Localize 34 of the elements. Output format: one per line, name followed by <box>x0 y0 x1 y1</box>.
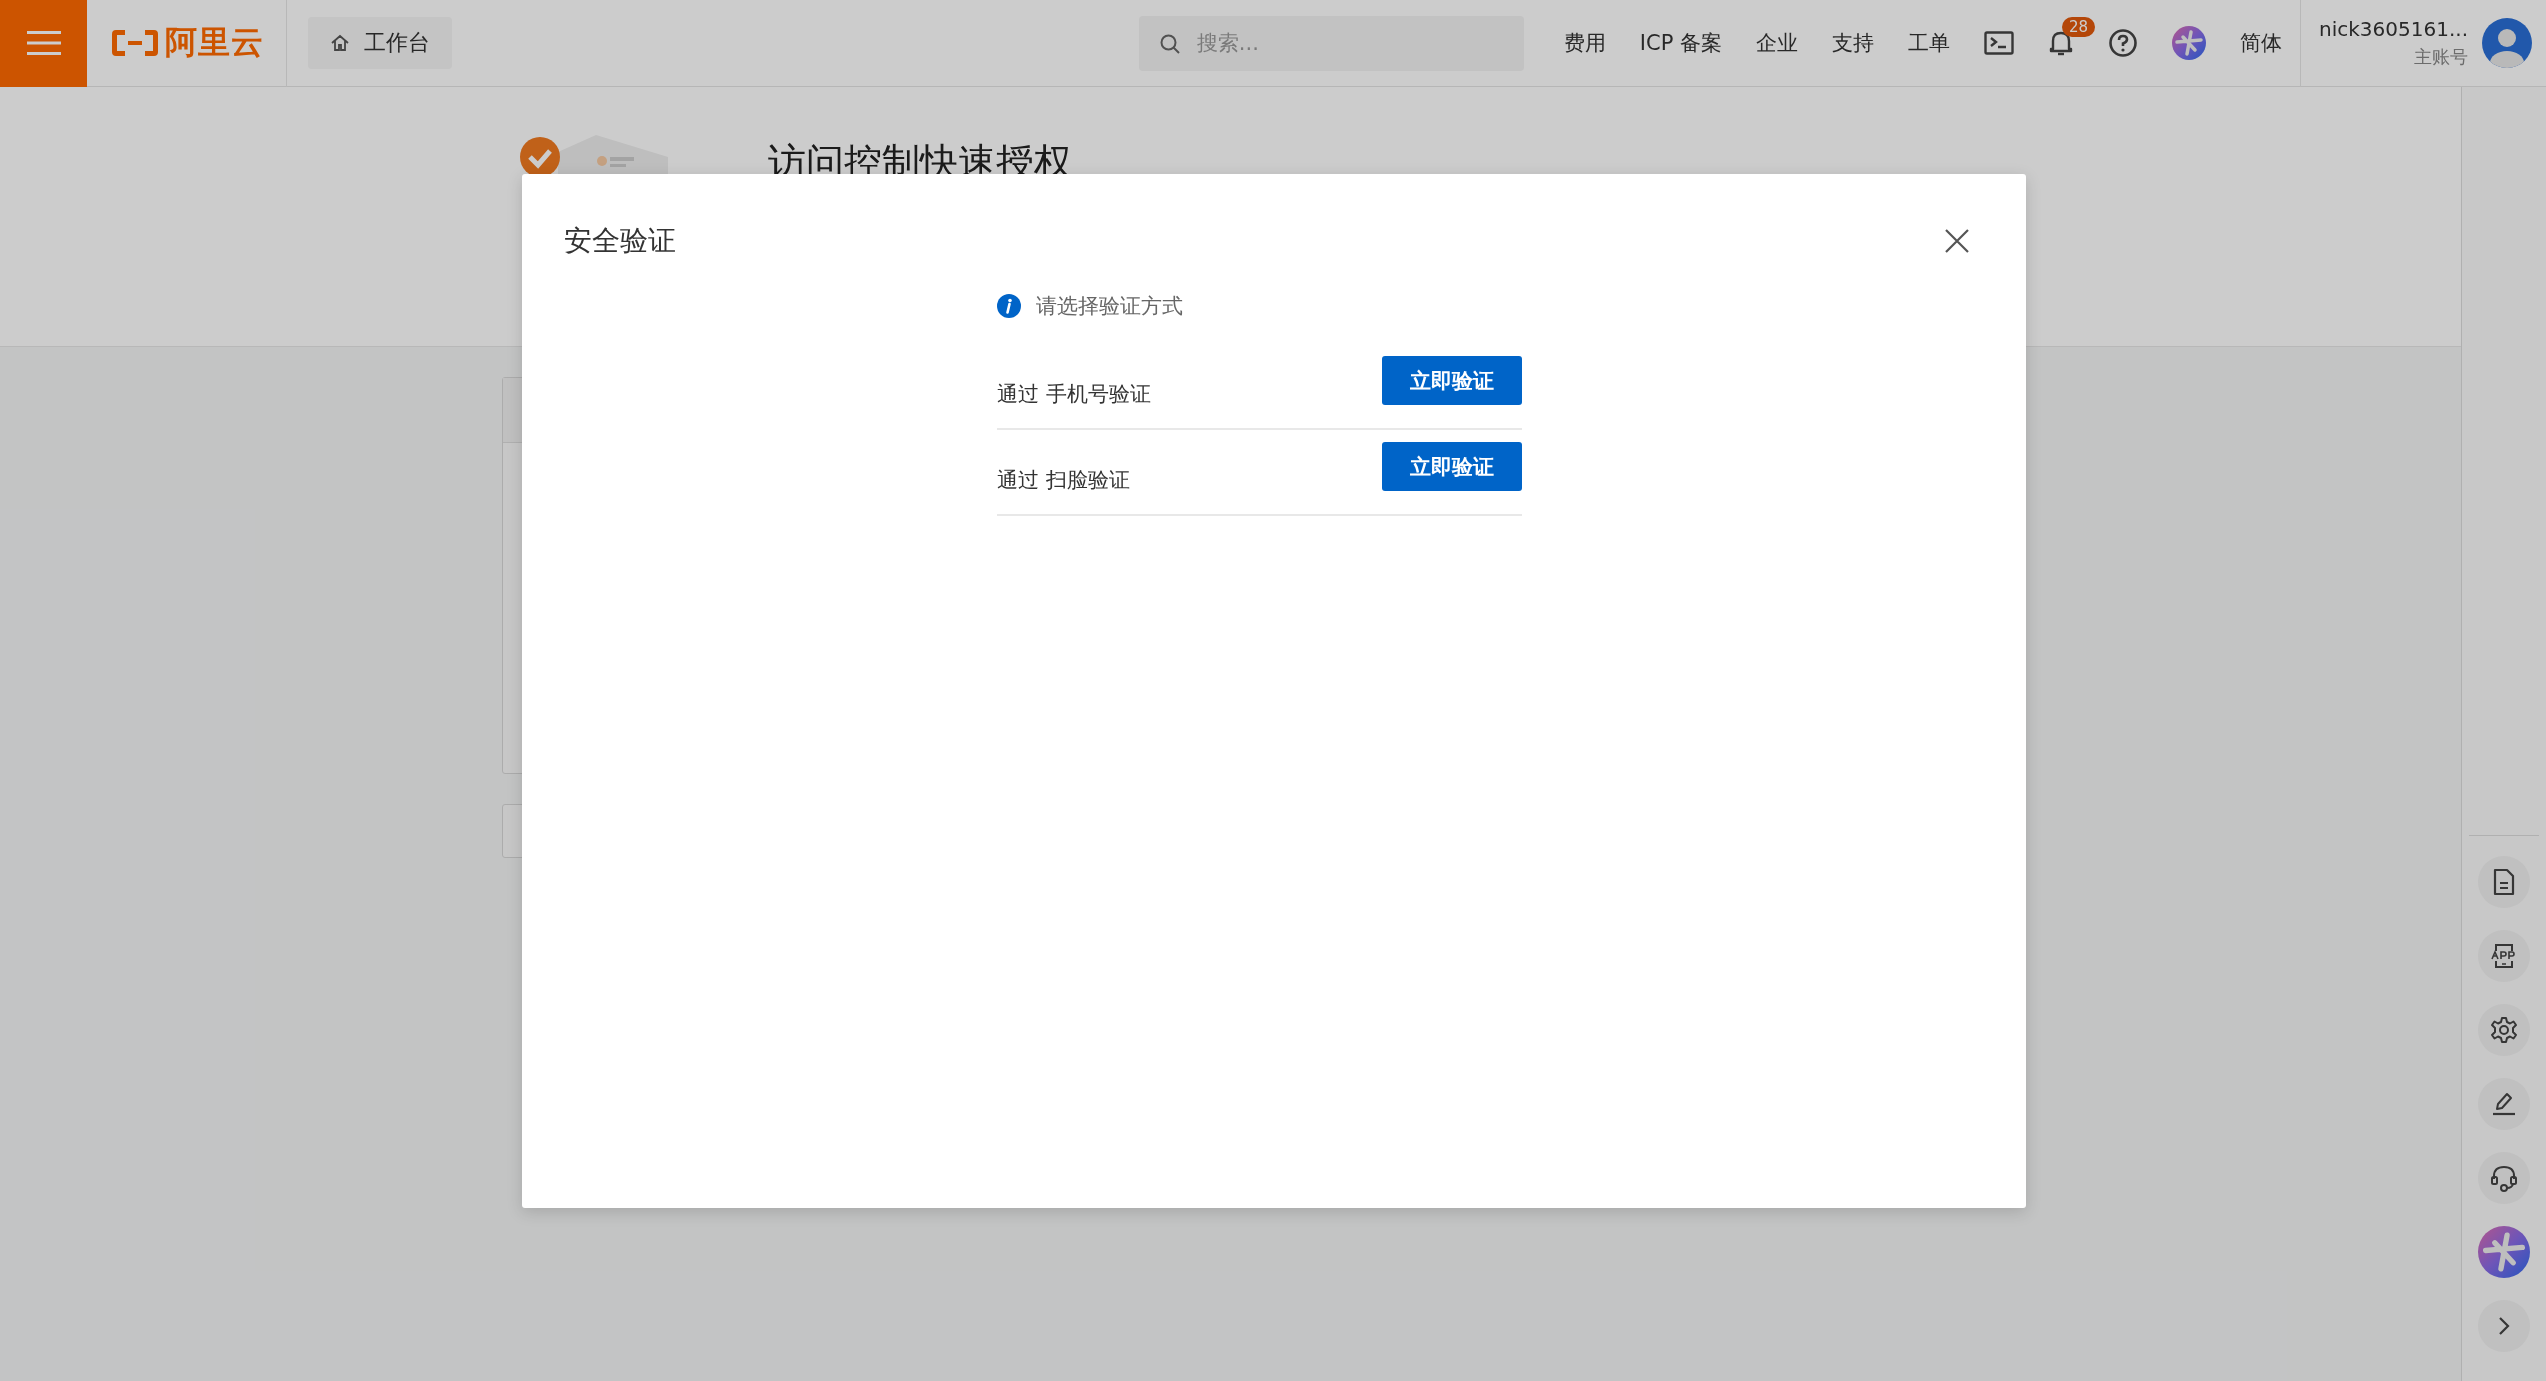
info-icon <box>997 294 1021 318</box>
nav-link[interactable]: 支持 <box>1832 29 1875 57</box>
dialog-title: 安全验证 <box>564 223 676 259</box>
assistant-icon[interactable] <box>2478 1226 2530 1278</box>
language-label[interactable]: 简体 <box>2240 29 2283 57</box>
nav-link[interactable]: ICP 备案 <box>1639 29 1723 57</box>
nav-link[interactable]: 费用 <box>1563 29 1606 57</box>
home-icon <box>330 33 350 53</box>
headset-icon[interactable] <box>2478 1152 2530 1204</box>
workbench-button[interactable]: 工作台 <box>308 17 452 69</box>
menu-button[interactable] <box>0 0 87 87</box>
verification-method: 通过 扫脸验证 <box>997 467 1130 494</box>
nav-link[interactable]: 企业 <box>1756 29 1799 57</box>
mobile-app-icon[interactable] <box>2478 930 2530 982</box>
terminal-icon[interactable] <box>1984 31 2015 55</box>
verify-button[interactable]: 立即验证 <box>1382 356 1522 405</box>
verification-method: 通过 手机号验证 <box>997 381 1151 408</box>
logo-icon <box>109 27 161 59</box>
help-icon[interactable] <box>2108 28 2139 58</box>
nav-link[interactable]: 工单 <box>1908 29 1951 57</box>
hint-text: 请选择验证方式 <box>1036 293 1183 320</box>
close-button[interactable] <box>1944 228 1970 254</box>
search-icon <box>1158 32 1181 55</box>
search-field[interactable]: 搜索... <box>1138 15 1524 71</box>
document-icon[interactable] <box>2478 856 2530 908</box>
settings-icon[interactable] <box>2478 1004 2530 1056</box>
notification-count: 28 <box>2062 17 2096 37</box>
assistant-icon[interactable] <box>2172 26 2207 60</box>
edit-icon[interactable] <box>2478 1078 2530 1130</box>
menu-icon <box>26 30 61 56</box>
avatar-icon[interactable] <box>2482 18 2532 68</box>
account-type: 主账号 <box>2414 45 2468 69</box>
verify-button[interactable]: 立即验证 <box>1382 442 1522 491</box>
user-name[interactable]: nick3605161... <box>2319 17 2468 41</box>
